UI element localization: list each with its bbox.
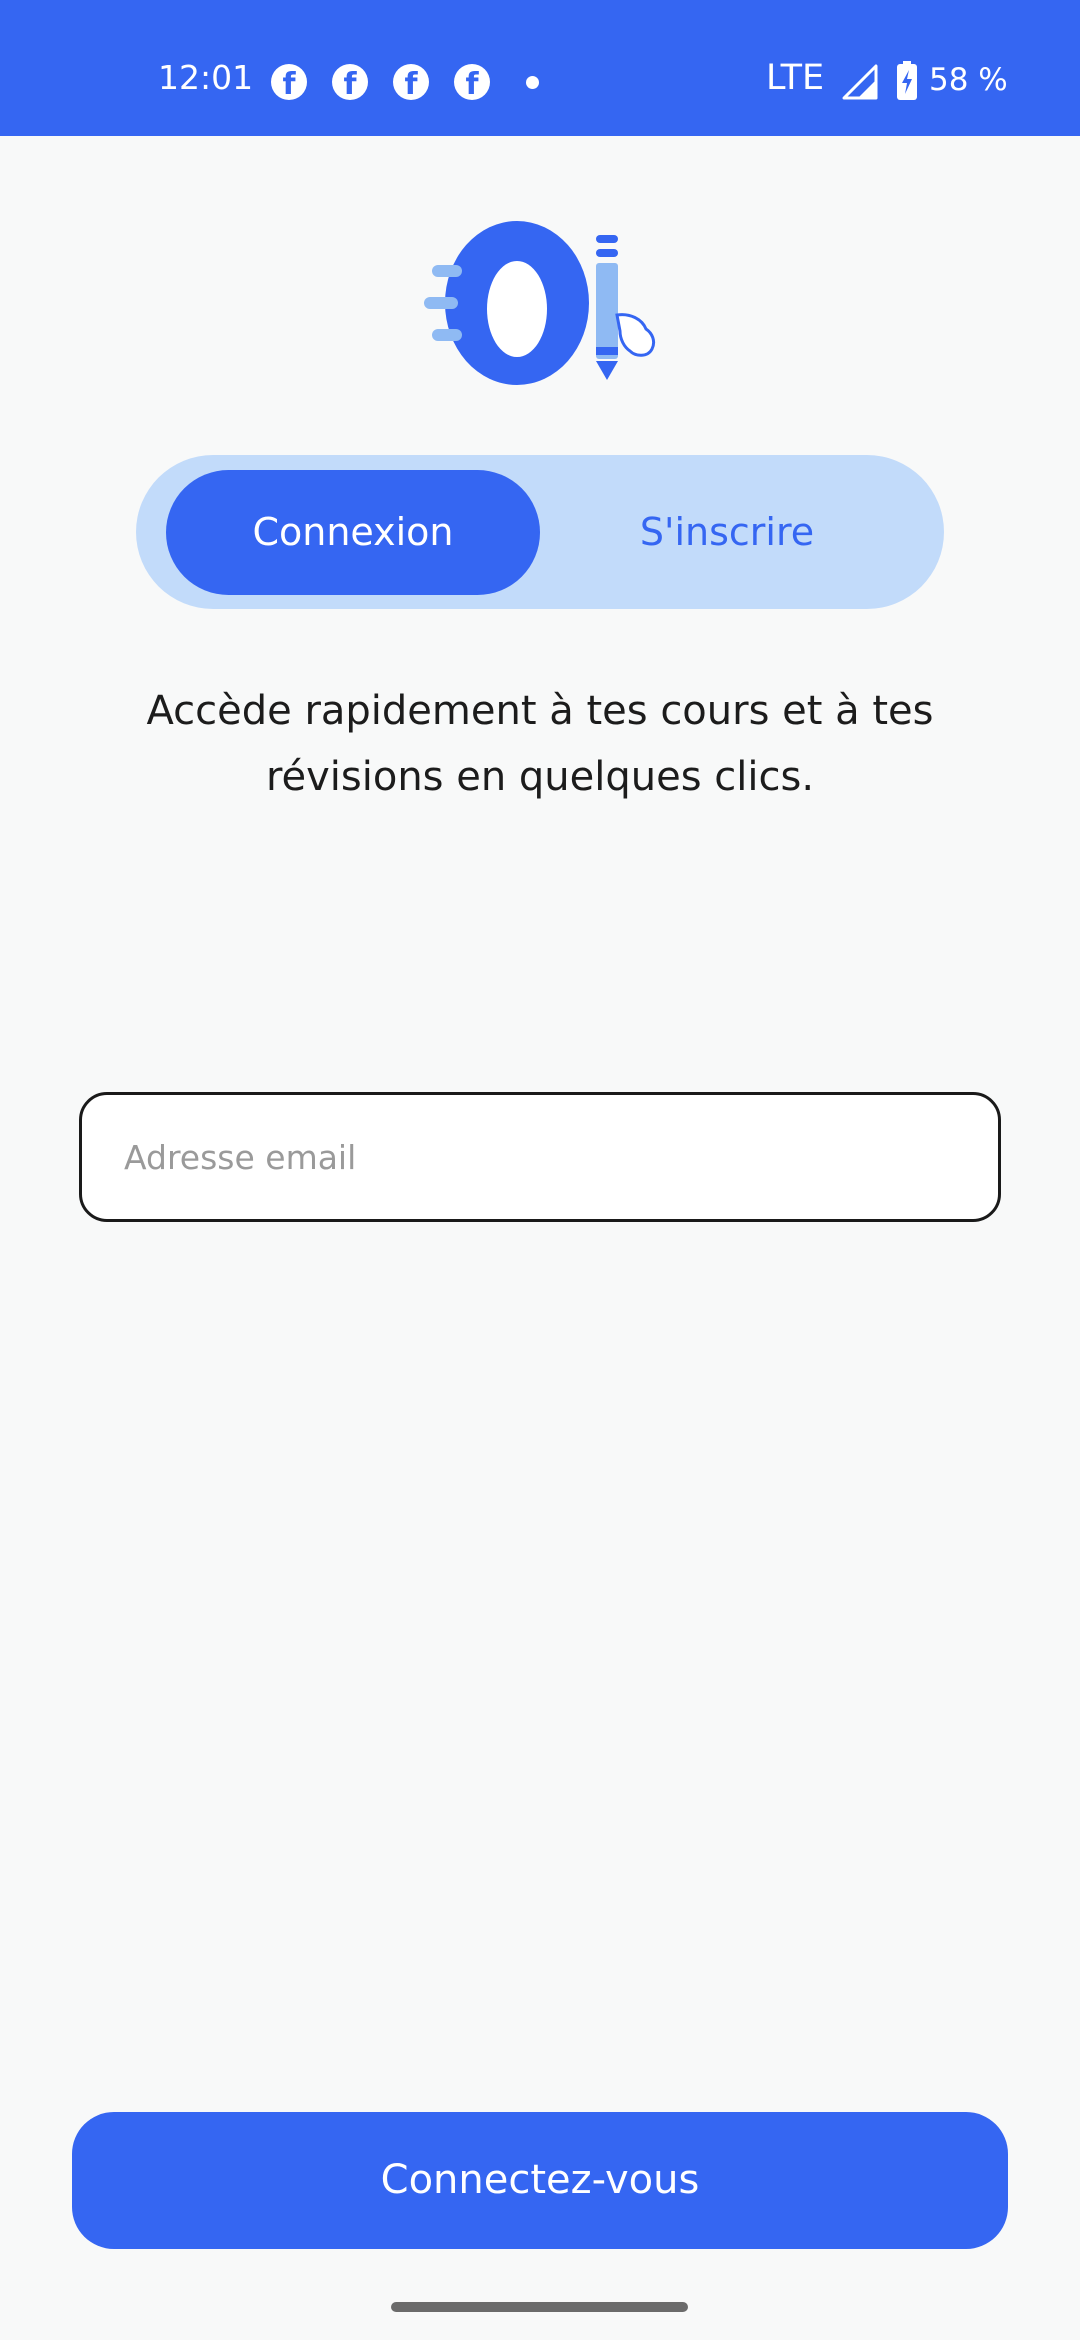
status-time: 12:01: [158, 58, 254, 97]
battery-charging-icon: [897, 61, 917, 100]
tab-login[interactable]: Connexion: [166, 470, 540, 595]
battery-level: 58 %: [929, 62, 1008, 98]
app-logo: [424, 221, 656, 385]
status-bar: 12:01 f f f f LTE 58 %: [0, 0, 1080, 136]
facebook-icon: f: [393, 64, 429, 100]
network-type: LTE: [766, 58, 825, 98]
auth-tab-switcher: Connexion S'inscrire: [136, 455, 944, 609]
home-indicator[interactable]: [391, 2302, 688, 2312]
signal-icon: [842, 64, 878, 100]
tab-signup[interactable]: S'inscrire: [540, 470, 914, 595]
more-dot-icon: [526, 76, 539, 89]
facebook-icon: f: [454, 64, 490, 100]
facebook-icon: f: [271, 64, 307, 100]
tagline: Accède rapidement à tes cours et à tes r…: [146, 688, 934, 800]
login-submit-button[interactable]: Connectez-vous: [72, 2112, 1008, 2249]
facebook-icon: f: [332, 64, 368, 100]
email-field[interactable]: [79, 1092, 1001, 1222]
